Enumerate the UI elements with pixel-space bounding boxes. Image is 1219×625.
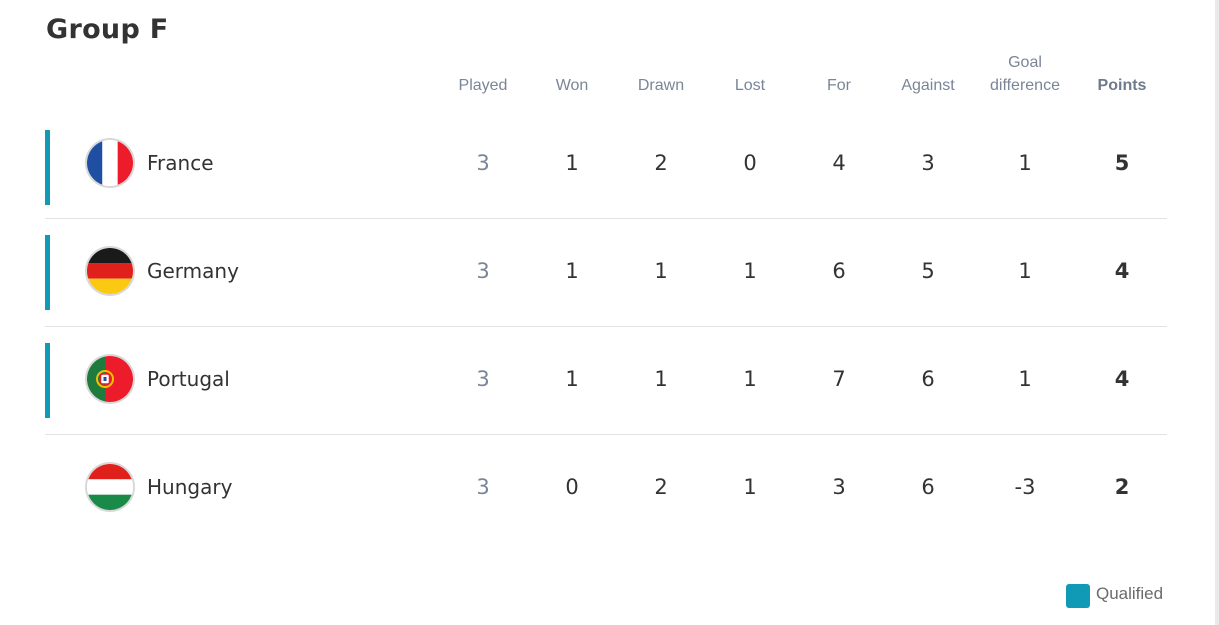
column-header-against: Against xyxy=(901,77,955,94)
legend-label: Qualified xyxy=(1096,584,1164,603)
column-header-goal-difference: Goal difference xyxy=(975,51,1075,97)
team-name[interactable]: France xyxy=(147,151,214,175)
cell-drawn: 1 xyxy=(654,367,668,391)
cell-goals-for: 3 xyxy=(832,475,846,499)
hungary-flag-icon xyxy=(87,464,133,510)
qualified-indicator xyxy=(45,235,50,310)
cell-points: 4 xyxy=(1114,259,1130,283)
team-name[interactable]: Hungary xyxy=(147,475,232,499)
cell-goals-against: 5 xyxy=(921,259,935,283)
cell-lost: 1 xyxy=(743,475,757,499)
cell-goal-difference: 1 xyxy=(1018,367,1032,391)
cell-goals-for: 7 xyxy=(832,367,846,391)
cell-goals-against: 6 xyxy=(921,367,935,391)
cell-goals-against: 6 xyxy=(921,475,935,499)
column-header-for: For xyxy=(827,77,851,94)
cell-played: 3 xyxy=(476,475,490,499)
table-row-germany[interactable]: Germany 3 1 1 1 6 5 1 4 xyxy=(45,219,1167,327)
cell-lost: 1 xyxy=(743,367,757,391)
cell-won: 1 xyxy=(565,367,579,391)
cell-goals-for: 6 xyxy=(832,259,846,283)
table-row-france[interactable]: France 3 1 2 0 4 3 1 5 xyxy=(45,111,1167,219)
cell-played: 3 xyxy=(476,151,490,175)
cell-lost: 0 xyxy=(743,151,757,175)
cell-goals-for: 4 xyxy=(832,151,846,175)
cell-goal-difference: 1 xyxy=(1018,151,1032,175)
column-header-played: Played xyxy=(458,77,508,94)
table-header: Played Won Drawn Lost For Against Goal d… xyxy=(0,50,1219,100)
cell-won: 1 xyxy=(565,151,579,175)
column-header-won: Won xyxy=(555,77,589,94)
qualified-indicator xyxy=(45,343,50,418)
qualified-indicator xyxy=(45,130,50,205)
cell-lost: 1 xyxy=(743,259,757,283)
germany-flag-icon xyxy=(87,248,133,294)
column-header-goal-difference-line2: difference xyxy=(990,77,1060,94)
column-header-goal-difference-line1: Goal xyxy=(1008,54,1042,71)
cell-played: 3 xyxy=(476,259,490,283)
france-flag-icon xyxy=(87,140,133,186)
column-header-drawn: Drawn xyxy=(637,77,685,94)
cell-won: 1 xyxy=(565,259,579,283)
cell-points: 2 xyxy=(1114,475,1130,499)
team-name[interactable]: Germany xyxy=(147,259,239,283)
cell-drawn: 1 xyxy=(654,259,668,283)
qualified-swatch-icon xyxy=(1066,584,1090,608)
table-row-hungary[interactable]: Hungary 3 0 2 1 3 6 -3 2 xyxy=(45,435,1167,543)
cell-goal-difference: -3 xyxy=(1014,475,1036,499)
table-row-portugal[interactable]: Portugal 3 1 1 1 7 6 1 4 xyxy=(45,327,1167,435)
cell-points: 4 xyxy=(1114,367,1130,391)
cell-goals-against: 3 xyxy=(921,151,935,175)
cell-drawn: 2 xyxy=(654,151,668,175)
portugal-flag-icon xyxy=(87,356,133,402)
cell-points: 5 xyxy=(1114,151,1130,175)
cell-played: 3 xyxy=(476,367,490,391)
column-header-lost: Lost xyxy=(734,77,766,94)
cell-drawn: 2 xyxy=(654,475,668,499)
cell-won: 0 xyxy=(565,475,579,499)
column-header-points: Points xyxy=(1097,77,1147,94)
group-title: Group F xyxy=(46,14,169,45)
team-name[interactable]: Portugal xyxy=(147,367,230,391)
cell-goal-difference: 1 xyxy=(1018,259,1032,283)
